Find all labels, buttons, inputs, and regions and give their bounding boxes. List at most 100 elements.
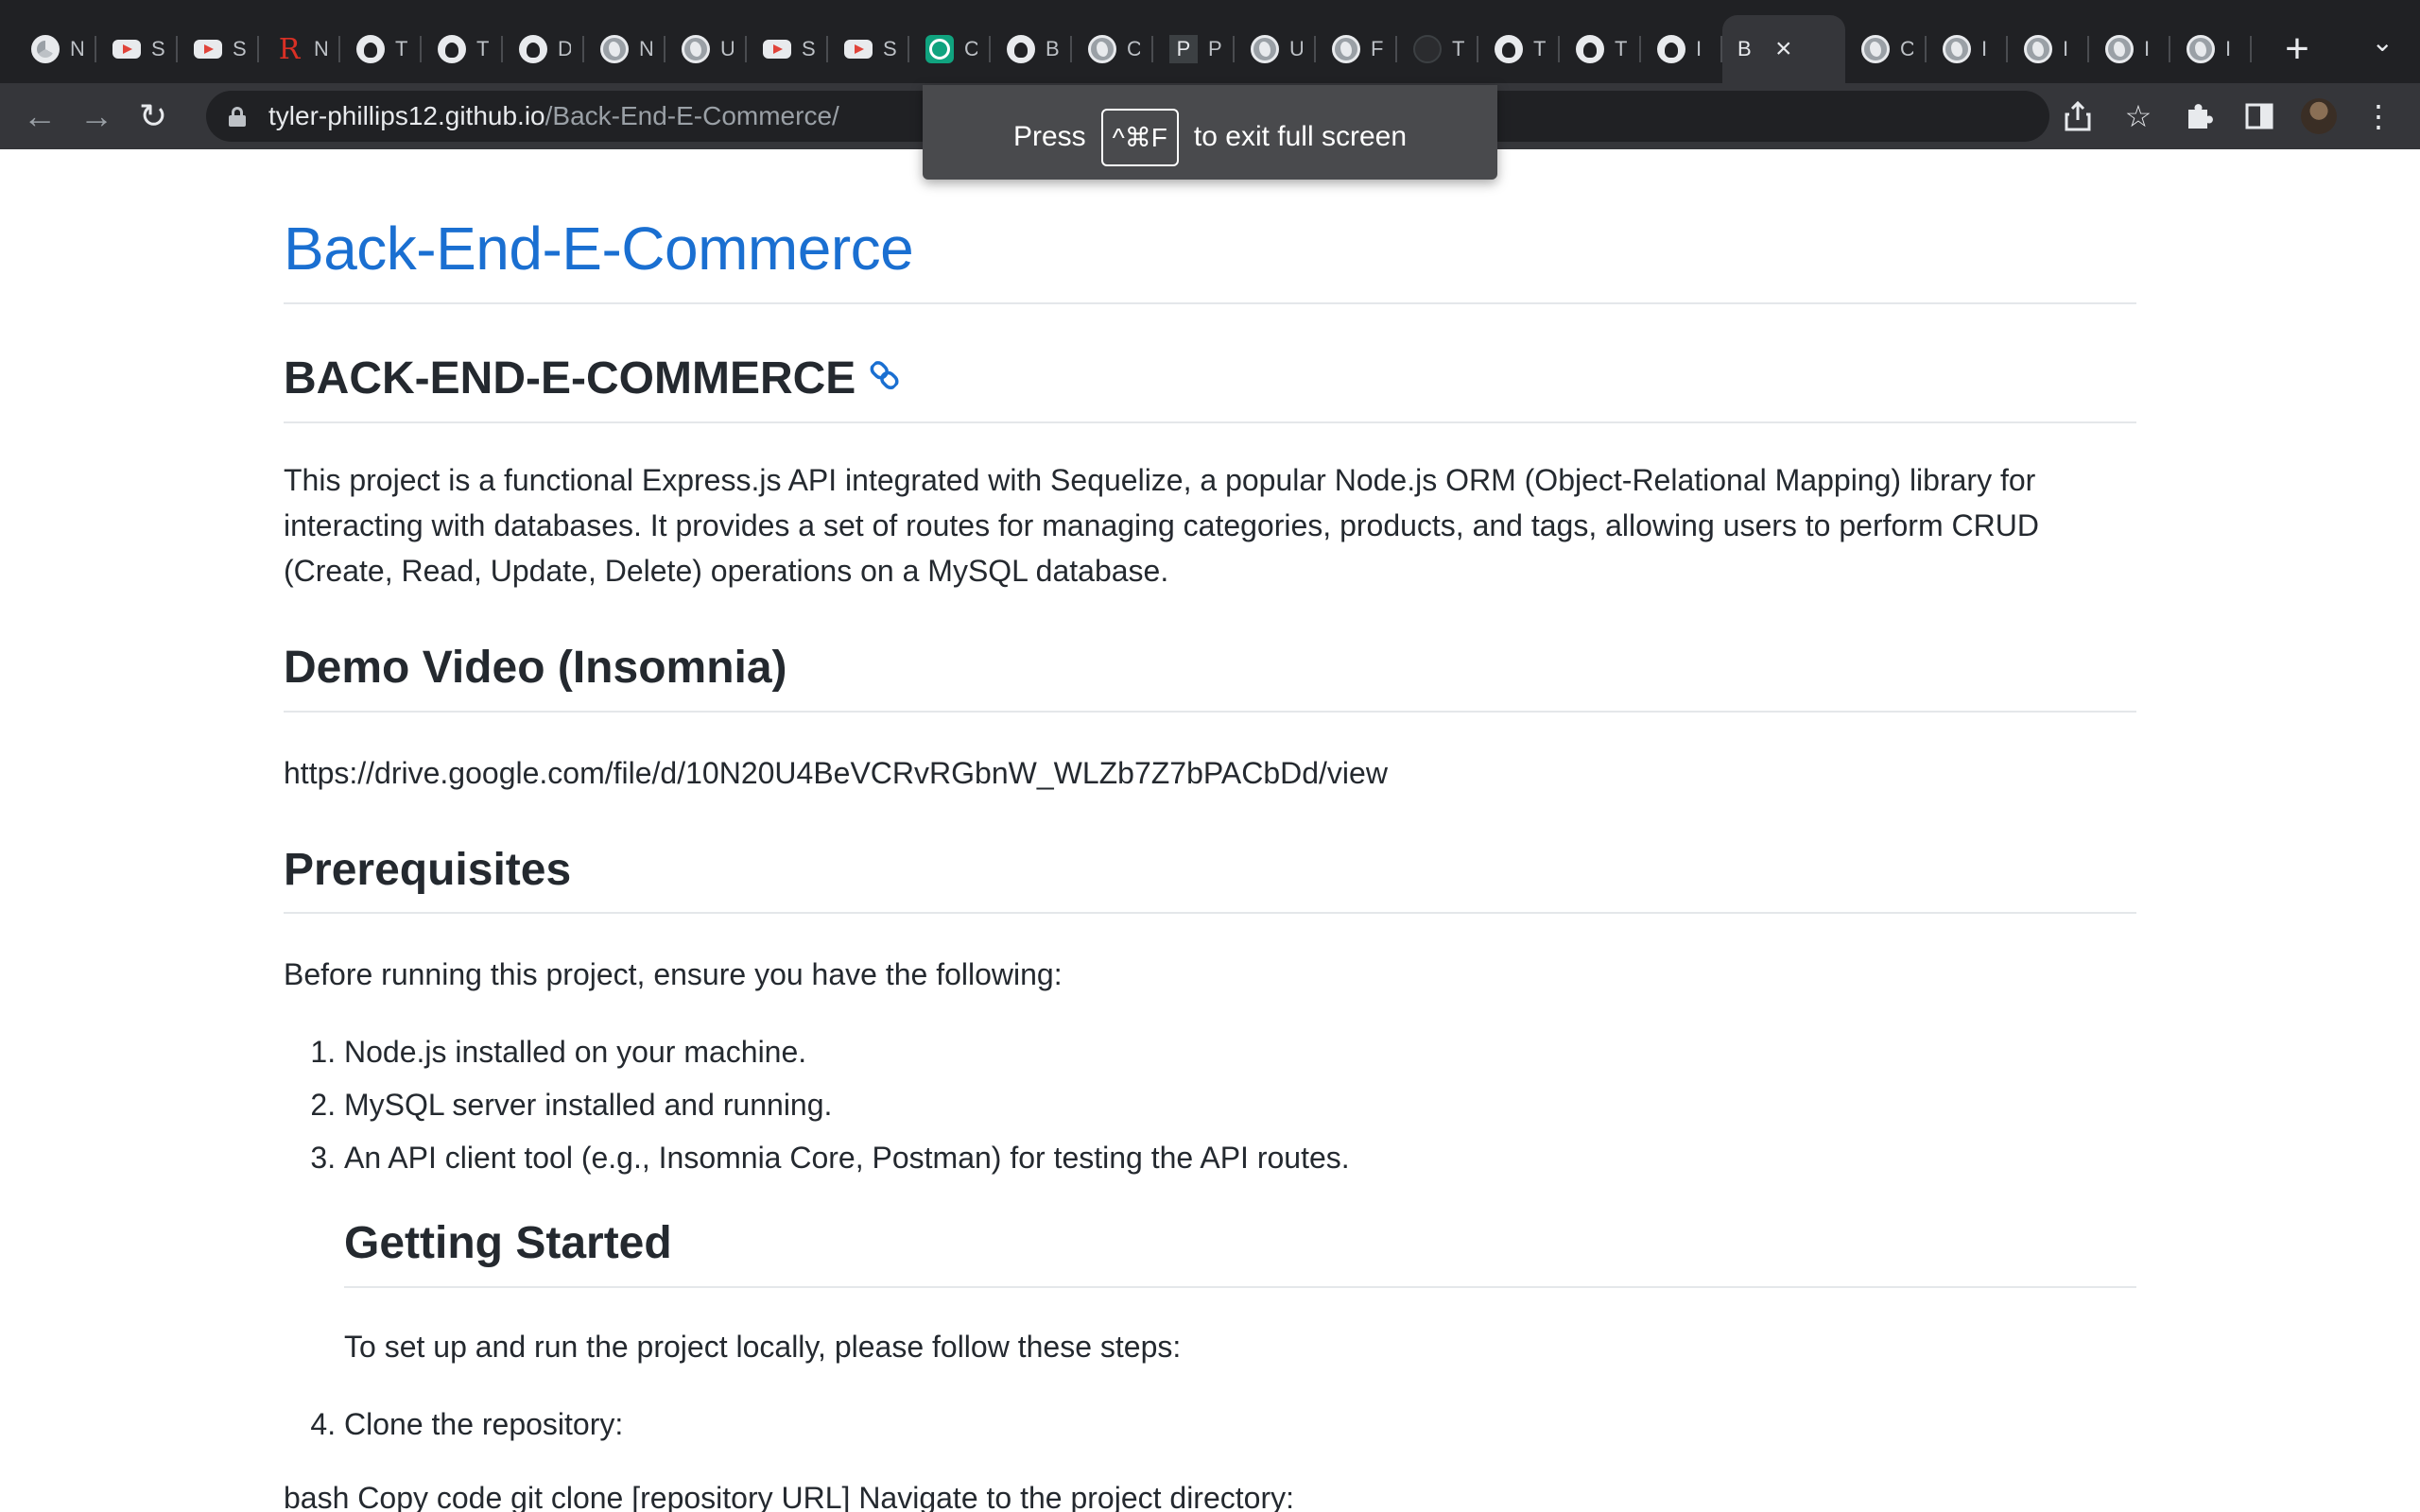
share-icon[interactable] (2059, 97, 2097, 135)
tab-title: I (2144, 37, 2151, 60)
tab[interactable]: C (1072, 15, 1153, 83)
tab-title: I (2063, 37, 2069, 60)
tab-title: N (639, 37, 652, 60)
profile-avatar[interactable] (2301, 98, 2337, 134)
globe-icon (2186, 34, 2216, 64)
list-item-text: An API client tool (e.g., Insomnia Core,… (344, 1141, 1350, 1176)
globe-icon (1942, 34, 1972, 64)
prerequisites-intro: Before running this project, ensure you … (284, 957, 1063, 992)
reload-button[interactable]: ↻ (125, 88, 182, 145)
globe-icon (681, 34, 711, 64)
demo-video-link: https://drive.google.com/file/d/10N20U4B… (284, 755, 1388, 790)
dark-icon (1412, 34, 1443, 64)
kebab-menu-icon[interactable]: ⋮ (2360, 97, 2397, 135)
tab[interactable]: B (991, 15, 1072, 83)
prerequisites-heading: Prerequisites (284, 843, 2136, 915)
side-panel-icon[interactable] (2240, 97, 2278, 135)
tab[interactable]: U (1235, 15, 1316, 83)
r-icon: R (278, 32, 301, 66)
github-icon (518, 34, 548, 64)
github-icon (1494, 34, 1524, 64)
tab-title: I (1981, 37, 1988, 60)
tab[interactable]: T (422, 15, 503, 83)
tab[interactable]: I (2008, 15, 2089, 83)
main-heading-text: BACK-END-E-COMMERCE (284, 353, 856, 404)
tab[interactable]: S (178, 15, 259, 83)
tab[interactable]: T (340, 15, 422, 83)
tab-title: F (1371, 37, 1384, 60)
tab[interactable]: T (1560, 15, 1641, 83)
tab-title: S (233, 37, 246, 60)
globe-icon (1250, 34, 1280, 64)
fullscreen-notice-suffix: to exit full screen (1193, 121, 1408, 152)
url-text: tyler-phillips12.github.io/Back-End-E-Co… (268, 101, 839, 131)
tab-title: T (1533, 37, 1547, 60)
steps-list: Clone the repository: (284, 1398, 2136, 1451)
page-content: Back-End-E-Commerce BACK-END-E-COMMERCE … (284, 149, 2136, 1512)
tab[interactable]: I (2170, 15, 2252, 83)
tab[interactable]: N (15, 15, 96, 83)
new-tab-button[interactable]: + (2263, 15, 2331, 83)
globe-icon (2104, 34, 2135, 64)
youtube-icon (112, 34, 142, 64)
demo-heading: Demo Video (Insomnia) (284, 641, 2136, 713)
bash-instructions: bash Copy code git clone [repository URL… (284, 1480, 1294, 1512)
chevron-down-icon[interactable]: ⌄ (2372, 26, 2394, 58)
prerequisites-list: Node.js installed on your machine. MySQL… (284, 1025, 2136, 1369)
tab-title: C (1127, 37, 1140, 60)
youtube-icon (762, 34, 792, 64)
tab[interactable]: RN (259, 15, 340, 83)
tab[interactable]: PP (1153, 15, 1235, 83)
tab[interactable]: N (584, 15, 666, 83)
tab[interactable]: S (828, 15, 909, 83)
github-icon (437, 34, 467, 64)
tab-title: C (964, 37, 977, 60)
tab-strip: N S S R N T T D N U S S C B C P P U F T T T I B × C I I I I + ⌄ (0, 0, 2420, 83)
site-title[interactable]: Back-End-E-Commerce (284, 215, 2136, 305)
tab[interactable]: S (96, 15, 178, 83)
tab[interactable]: T (1478, 15, 1560, 83)
tab[interactable]: T (1397, 15, 1478, 83)
fullscreen-notice-press: Press (1012, 121, 1086, 152)
globe-icon (2023, 34, 2053, 64)
link-anchor-icon[interactable] (864, 353, 914, 404)
url-path: /Back-End-E-Commerce/ (544, 101, 839, 130)
github-icon (1006, 34, 1036, 64)
tab-title: I (1696, 37, 1703, 60)
close-icon[interactable]: × (1775, 35, 1792, 63)
github-icon (1575, 34, 1605, 64)
github-icon (1656, 34, 1686, 64)
tab-title: S (802, 37, 815, 60)
tab[interactable]: F (1316, 15, 1397, 83)
youtube-icon (843, 34, 873, 64)
tab-title: C (1900, 37, 1913, 60)
tab[interactable]: I (2089, 15, 2170, 83)
tab[interactable]: I (1927, 15, 2008, 83)
globe-icon (1860, 34, 1891, 64)
tab[interactable]: C (909, 15, 991, 83)
tab[interactable]: C (1845, 15, 1927, 83)
tab[interactable]: I (1641, 15, 1722, 83)
chrome-icon (30, 34, 60, 64)
forward-button[interactable]: → (68, 88, 125, 145)
tab-title: S (151, 37, 164, 60)
tab-title: T (1615, 37, 1628, 60)
lock-icon[interactable] (229, 107, 246, 127)
tab-title: B (1046, 37, 1059, 60)
tab-title: I (2225, 37, 2232, 60)
tab[interactable]: U (666, 15, 747, 83)
project-description: This project is a functional Express.js … (284, 462, 2039, 588)
getting-started-text: To set up and run the project locally, p… (344, 1329, 1182, 1364)
tab[interactable]: S (747, 15, 828, 83)
tab-title: T (476, 37, 490, 60)
list-item: MySQL server installed and running. (344, 1078, 2136, 1131)
tab[interactable]: D (503, 15, 584, 83)
tab-title: U (720, 37, 734, 60)
bookmark-star-icon[interactable]: ☆ (2119, 97, 2157, 135)
list-item: Clone the repository: (344, 1398, 2136, 1451)
back-button[interactable]: ← (11, 88, 68, 145)
extensions-puzzle-icon[interactable] (2180, 97, 2218, 135)
tab-active[interactable]: B × (1722, 15, 1845, 83)
url-host: tyler-phillips12.github.io (268, 101, 545, 130)
chatgpt-icon (925, 34, 955, 64)
